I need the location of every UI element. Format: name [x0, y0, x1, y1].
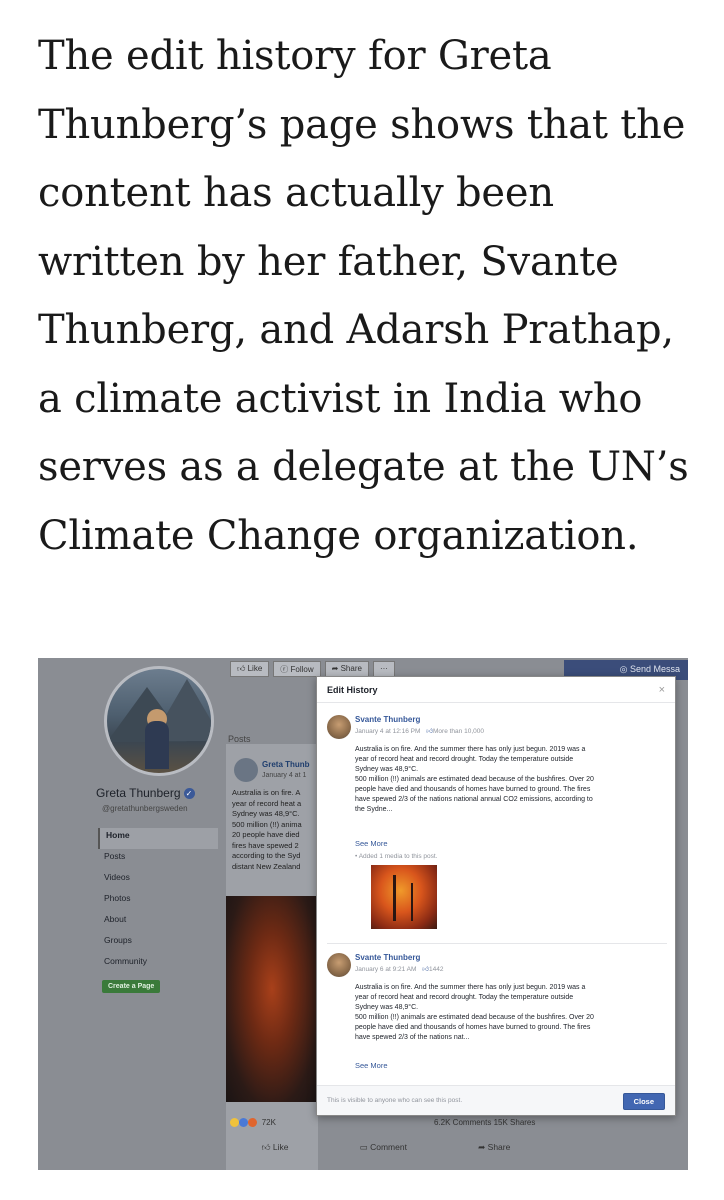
edit-history-dialog: Edit History × Svante Thunberg January 4…	[316, 676, 676, 1116]
more-button[interactable]: ···	[372, 661, 395, 677]
posts-heading: Posts	[228, 734, 251, 744]
entry-text: Australia is on fire. And the summer the…	[355, 984, 594, 1041]
page-name[interactable]: Greta Thunberg ✓	[96, 786, 195, 800]
thumbs-up-icon: 👍︎	[261, 1142, 273, 1152]
dialog-header: Edit History ×	[317, 677, 675, 703]
follow-button[interactable]: ⓡ Follow	[273, 661, 321, 677]
nav-item-posts[interactable]: Posts	[98, 849, 218, 870]
page-handle: @gretathunbergsweden	[102, 804, 188, 813]
nav-item-community[interactable]: Community	[98, 954, 218, 975]
nav-item-photos[interactable]: Photos	[98, 891, 218, 912]
nav-item-videos[interactable]: Videos	[98, 870, 218, 891]
like-reaction-icon	[239, 1118, 249, 1128]
comment-button[interactable]: ▭ Comment	[360, 1142, 407, 1153]
entry-audience: 1442	[429, 966, 444, 973]
messenger-icon: ◎	[619, 664, 630, 674]
entry-meta: January 4 at 12:16 PM 👍︎More than 10,000	[355, 727, 484, 735]
history-entry: Svante Thunberg January 4 at 12:16 PM 👍︎…	[327, 711, 667, 931]
page-nav: Home Posts Videos Photos About Groups Co…	[98, 828, 218, 975]
entry-date[interactable]: January 4 at 12:16 PM	[355, 728, 420, 735]
facebook-screenshot: 👍︎ Like ⓡ Follow ➦ Share ··· ◎ Send Mess…	[38, 658, 688, 1170]
close-icon[interactable]: ×	[659, 684, 665, 696]
angry-reaction-icon	[248, 1118, 258, 1128]
verified-check-icon: ✓	[183, 788, 195, 800]
entry-meta: January 6 at 9:21 AM 👍︎1442	[355, 965, 444, 973]
post-stats[interactable]: 6.2K Comments 15K Shares	[434, 1118, 535, 1127]
dialog-footer: This is visible to anyone who can see th…	[317, 1085, 675, 1115]
create-page-button[interactable]: Create a Page	[102, 980, 161, 993]
share-button[interactable]: ➦ Share	[478, 1142, 510, 1153]
nav-item-home[interactable]: Home	[98, 828, 218, 849]
nav-item-groups[interactable]: Groups	[98, 933, 218, 954]
share-page-button[interactable]: ➦ Share	[324, 661, 369, 677]
post-text: Australia is on fire. A year of record h…	[232, 788, 302, 871]
visibility-note: This is visible to anyone who can see th…	[327, 1097, 463, 1104]
added-media-thumbnail[interactable]	[371, 865, 437, 929]
history-entry: Svante Thunberg January 6 at 9:21 AM 👍︎1…	[327, 949, 667, 1079]
like-page-button[interactable]: 👍︎ Like	[230, 661, 270, 677]
comment-icon: ▭	[359, 1142, 371, 1152]
post-author[interactable]: Greta Thunb	[262, 760, 310, 769]
rss-icon: ⓡ	[280, 665, 291, 674]
share-arrow-icon: ➦	[478, 1142, 488, 1152]
author-avatar[interactable]	[327, 715, 351, 739]
see-more-link[interactable]: See More	[355, 1061, 388, 1070]
like-button[interactable]: 👍︎ Like	[262, 1142, 289, 1153]
sad-reaction-icon	[230, 1118, 239, 1128]
share-arrow-icon: ➦	[331, 664, 341, 673]
profile-picture[interactable]	[104, 666, 214, 776]
entry-text: Australia is on fire. And the summer the…	[355, 746, 594, 813]
author-name[interactable]: Svante Thunberg	[355, 715, 420, 724]
close-button[interactable]: Close	[622, 1093, 665, 1110]
post-date[interactable]: January 4 at 1	[262, 772, 306, 779]
author-name[interactable]: Svante Thunberg	[355, 953, 420, 962]
entry-date[interactable]: January 6 at 9:21 AM	[355, 966, 416, 973]
entry-audience: More than 10,000	[433, 728, 484, 735]
nav-item-about[interactable]: About	[98, 912, 218, 933]
post-actions: 👍︎ Like ▭ Comment ➦ Share	[226, 1142, 546, 1153]
author-avatar[interactable]	[327, 953, 351, 977]
entry-divider	[327, 943, 667, 944]
see-more-link[interactable]: See More	[355, 839, 388, 848]
post-avatar[interactable]	[234, 758, 258, 782]
dialog-title: Edit History	[327, 684, 378, 695]
added-media-note: • Added 1 media to this post.	[355, 853, 438, 860]
reaction-summary[interactable]: 72K	[230, 1118, 276, 1128]
thumbs-up-icon: 👍︎	[237, 664, 248, 673]
article-headline: The edit history for Greta Thunberg’s pa…	[38, 33, 689, 559]
post-fire-image[interactable]	[226, 896, 318, 1102]
thumbs-up-icon: 👍︎	[426, 728, 434, 735]
